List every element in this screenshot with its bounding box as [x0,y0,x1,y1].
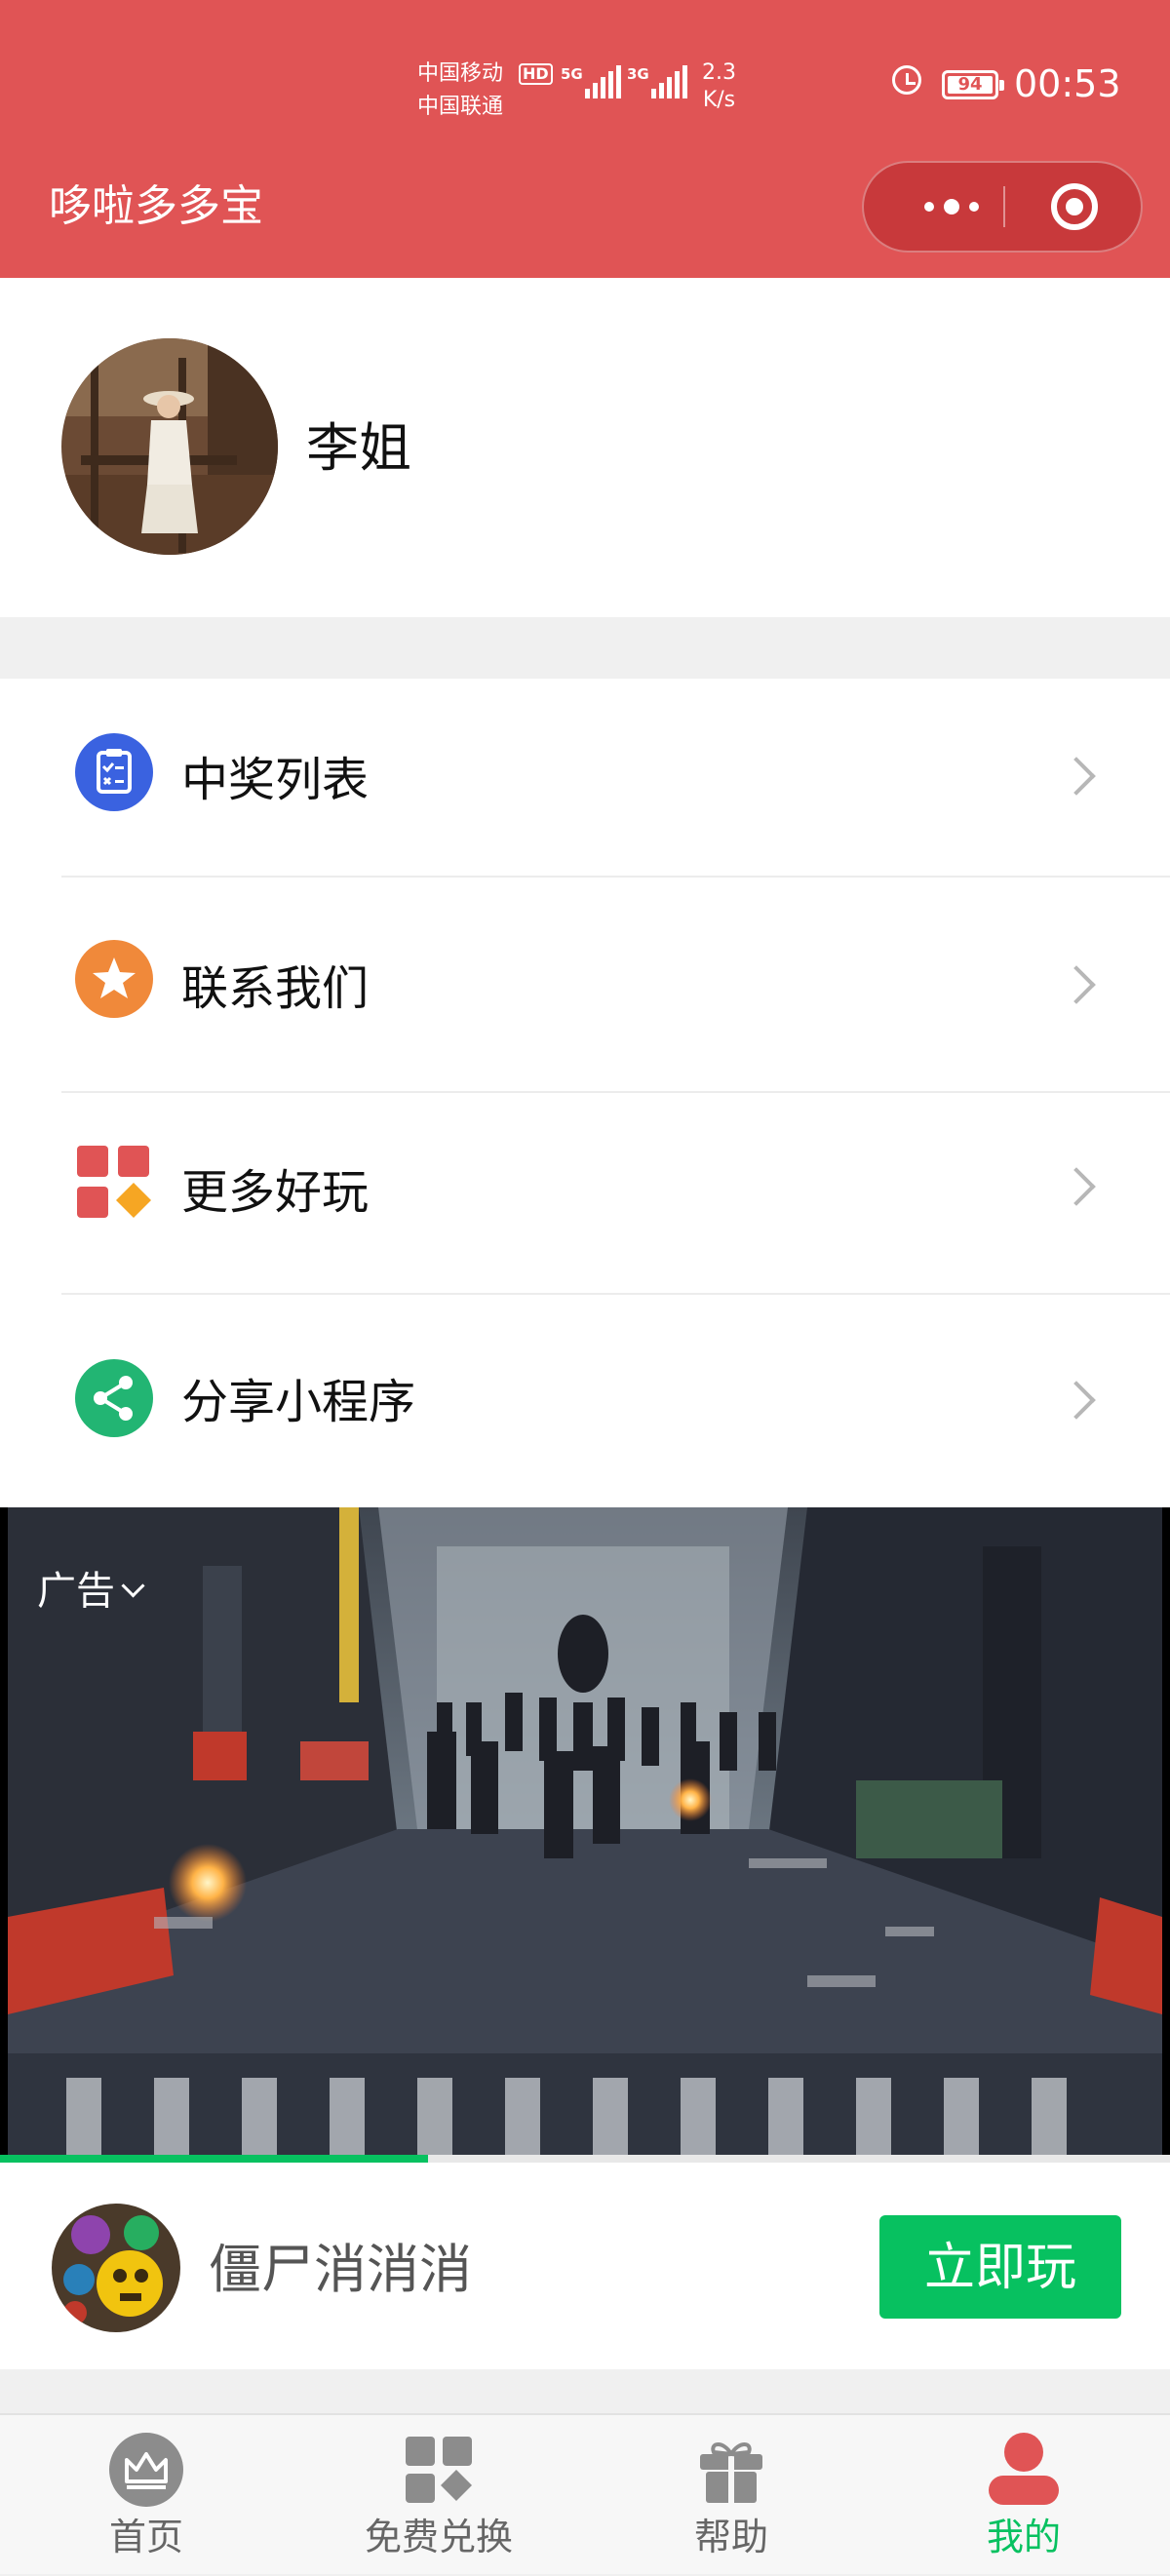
tab-label: 免费兑换 [364,2516,513,2558]
tab-label: 首页 [108,2516,183,2558]
menu-item-label: 更多好玩 [181,1165,370,1220]
menu-item-label: 中奖列表 [181,753,370,807]
network-type-2: 3G [627,65,649,83]
tab-mine[interactable]: 我的 [878,2415,1170,2576]
game-icon[interactable] [52,2204,180,2332]
ad-tag-text: 广告 [37,1569,115,1614]
chevron-right-icon [1057,1167,1096,1206]
alarm-icon [892,65,921,95]
speed-unit: K/s [702,88,736,112]
video-progress-fill [0,2155,429,2163]
tab-bar: 首页 免费兑换 帮助 我的 [0,2413,1170,2574]
chevron-right-icon [1057,757,1096,796]
menu-item-label: 分享小程序 [181,1375,416,1429]
clock: 00:53 [1014,62,1121,105]
chevron-right-icon [1057,965,1096,1004]
share-icon [75,1359,153,1437]
capsule-divider [1003,186,1005,227]
close-mini-program-button[interactable] [1051,183,1098,230]
ad-video[interactable] [8,1507,1162,2155]
signal-icon [651,65,687,98]
hd-badge: HD [519,63,553,85]
battery-level: 94 [957,74,983,95]
more-apps-icon [77,1146,151,1218]
ad-label[interactable]: 广告 [37,1564,145,1619]
menu-item-contact-us[interactable]: 联系我们 [0,885,1170,1092]
tab-home[interactable]: 首页 [0,2415,292,2576]
chevron-down-icon [121,1574,145,1598]
tab-free-exchange[interactable]: 免费兑换 [292,2415,585,2576]
exchange-icon [406,2437,472,2503]
status-bar: 中国移动 中国联通 HD 5G 3G 2.3 K/s 94 00:53 [0,54,1170,122]
divider [61,1293,1170,1295]
network-type-1: 5G [561,65,583,83]
more-options-button[interactable] [903,163,1000,251]
chevron-right-icon [1057,1381,1096,1420]
tab-label: 我的 [986,2516,1061,2558]
signal-icon [585,65,621,98]
gift-icon [700,2442,762,2503]
tab-help[interactable]: 帮助 [585,2415,878,2576]
avatar[interactable] [61,338,278,555]
game-name: 僵尸消消消 [209,2239,472,2300]
tab-label: 帮助 [693,2516,768,2558]
mini-program-capsule [862,161,1143,253]
speed-value: 2.3 [702,60,736,85]
menu-item-label: 联系我们 [181,961,370,1016]
game-promo: 僵尸消消消 立即玩 [0,2163,1170,2369]
star-icon [75,940,153,1018]
carrier-1: 中国移动 [417,61,504,86]
menu-item-share[interactable]: 分享小程序 [0,1299,1170,1505]
crown-icon [109,2433,183,2507]
carrier-2: 中国联通 [417,95,504,119]
carrier-names: 中国移动 中国联通 [417,58,503,124]
username: 李姐 [306,417,411,479]
profile-card: 李姐 [0,278,1170,617]
network-speed: 2.3 K/s [702,59,736,114]
app-title: 哆啦多多宝 [49,181,263,231]
prize-list-icon [75,733,153,811]
user-icon [989,2433,1059,2505]
play-now-button[interactable]: 立即玩 [879,2215,1121,2319]
video-progress [0,2155,1170,2163]
menu-list: 中奖列表 联系我们 更多好玩 分享小程序 [0,679,1170,1507]
target-icon [1066,198,1083,215]
top-bar: 中国移动 中国联通 HD 5G 3G 2.3 K/s 94 00:53 哆啦多多… [0,0,1170,278]
menu-item-prize-list[interactable]: 中奖列表 [0,679,1170,885]
ad-banner[interactable]: 广告 [0,1507,1170,2163]
battery-icon: 94 [942,70,1004,99]
menu-item-more-fun[interactable]: 更多好玩 [0,1093,1170,1300]
divider [61,876,1170,878]
